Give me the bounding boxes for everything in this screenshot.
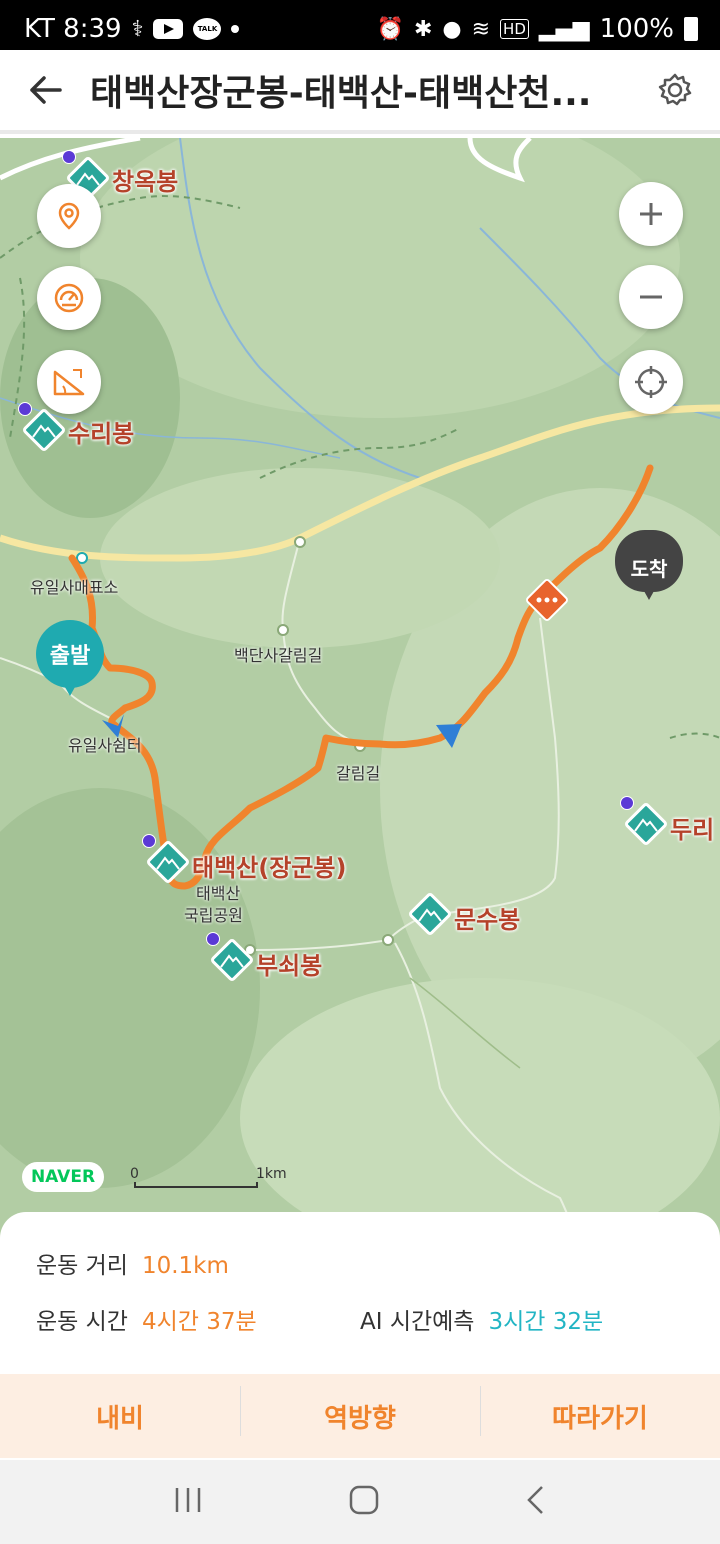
wifi-icon: ≋ [471,16,491,42]
ai-time-label: AI 시간예측 [360,1309,475,1335]
peak-label[interactable]: 부쇠봉 [256,946,322,981]
time-label: 운동 시간 [36,1309,128,1335]
time-row: 운동 시간 4시간 37분 [36,1302,257,1336]
alarm-icon: ⏰ [376,16,404,42]
map-terrain [0,138,720,1238]
battery-percent: 100% [599,14,674,44]
peak-marker-icon[interactable] [407,891,453,937]
place-label: 백단사갈림길 [234,646,323,665]
ai-time-row: AI 시간예측 3시간 32분 [360,1302,603,1336]
naver-logo: NAVER [22,1162,104,1192]
more-notifications-dot [231,25,240,33]
place-label: 태백산 [196,884,241,903]
end-marker[interactable]: 도착 [615,530,685,610]
minus-icon [640,295,662,299]
peak-marker-icon[interactable] [206,932,255,983]
zoom-out-button[interactable] [619,265,683,329]
peak-label[interactable]: 문수봉 [454,900,520,935]
youtube-icon [153,19,184,39]
map-view[interactable]: 창옥봉 수리봉 태백산(장군봉) 문수봉 부쇠봉 두리 유일사매표소 유일사쉼터… [0,138,720,1238]
system-back-button[interactable] [525,1485,547,1519]
location-pin-icon [58,202,80,230]
battery-icon [684,17,698,41]
peak-marker-icon[interactable] [18,402,67,453]
place-label: 유일사매표소 [30,578,119,597]
page-title: 태백산장군봉-태백산-태백산천... [90,73,592,114]
current-location-button[interactable] [619,350,683,414]
action-bar: 내비 역방향 따라가기 [0,1374,720,1458]
app-header: 태백산장군봉-태백산-태백산천... [0,50,720,134]
peak-marker-icon[interactable] [142,834,191,885]
gear-icon [658,73,692,106]
peak-label[interactable]: 수리봉 [68,414,134,449]
carrier-time: KT 8:39 [24,14,122,44]
peak-label[interactable]: 두리 [670,810,714,845]
distance-label: 운동 거리 [36,1253,128,1279]
peak-marker-icon[interactable] [620,796,669,847]
zoom-in-button[interactable] [619,182,683,246]
start-marker[interactable]: 출발 [36,620,106,700]
back-chevron-icon [527,1486,543,1514]
elevation-button[interactable] [37,350,101,414]
peak-label[interactable]: 창옥봉 [112,162,178,197]
scale-start-label: 0 [130,1166,139,1182]
recents-icon [175,1488,201,1512]
speedometer-icon [54,283,84,313]
settings-button[interactable] [630,48,720,132]
place-label: 국립공원 [184,906,243,925]
place-label: 유일사쉼터 [68,736,142,755]
system-nav-bar [0,1460,720,1544]
plus-icon [640,203,662,225]
home-button[interactable] [349,1485,379,1519]
navi-button[interactable]: 내비 [0,1398,240,1435]
bluetooth-icon: ✱ [413,16,433,42]
signal-icon: ▂▄▆ [538,16,590,42]
peak-label[interactable]: 태백산(장군봉) [192,848,346,883]
back-button[interactable] [0,48,90,132]
crosshair-icon [635,366,667,398]
time-value: 4시간 37분 [141,1309,257,1335]
scale-end-label: 1km [256,1166,287,1182]
scale-bar [134,1182,258,1188]
ai-time-value: 3시간 32분 [488,1309,604,1335]
reverse-button[interactable]: 역방향 [240,1385,480,1436]
notification-icon: ⚕ [131,16,144,42]
distance-value: 10.1km [141,1253,229,1279]
arrow-left-icon [30,76,62,104]
location-icon: ● [442,16,462,42]
home-icon [349,1485,379,1515]
recents-button[interactable] [173,1486,203,1518]
distance-row: 운동 거리 10.1km [36,1246,229,1280]
kakaotalk-icon: TALK [193,18,222,40]
speed-button[interactable] [37,266,101,330]
slope-icon [53,369,85,396]
my-location-button[interactable] [37,184,101,248]
hd-icon: HD [500,19,529,39]
follow-button[interactable]: 따라가기 [480,1385,720,1436]
place-label: 갈림길 [336,764,381,783]
